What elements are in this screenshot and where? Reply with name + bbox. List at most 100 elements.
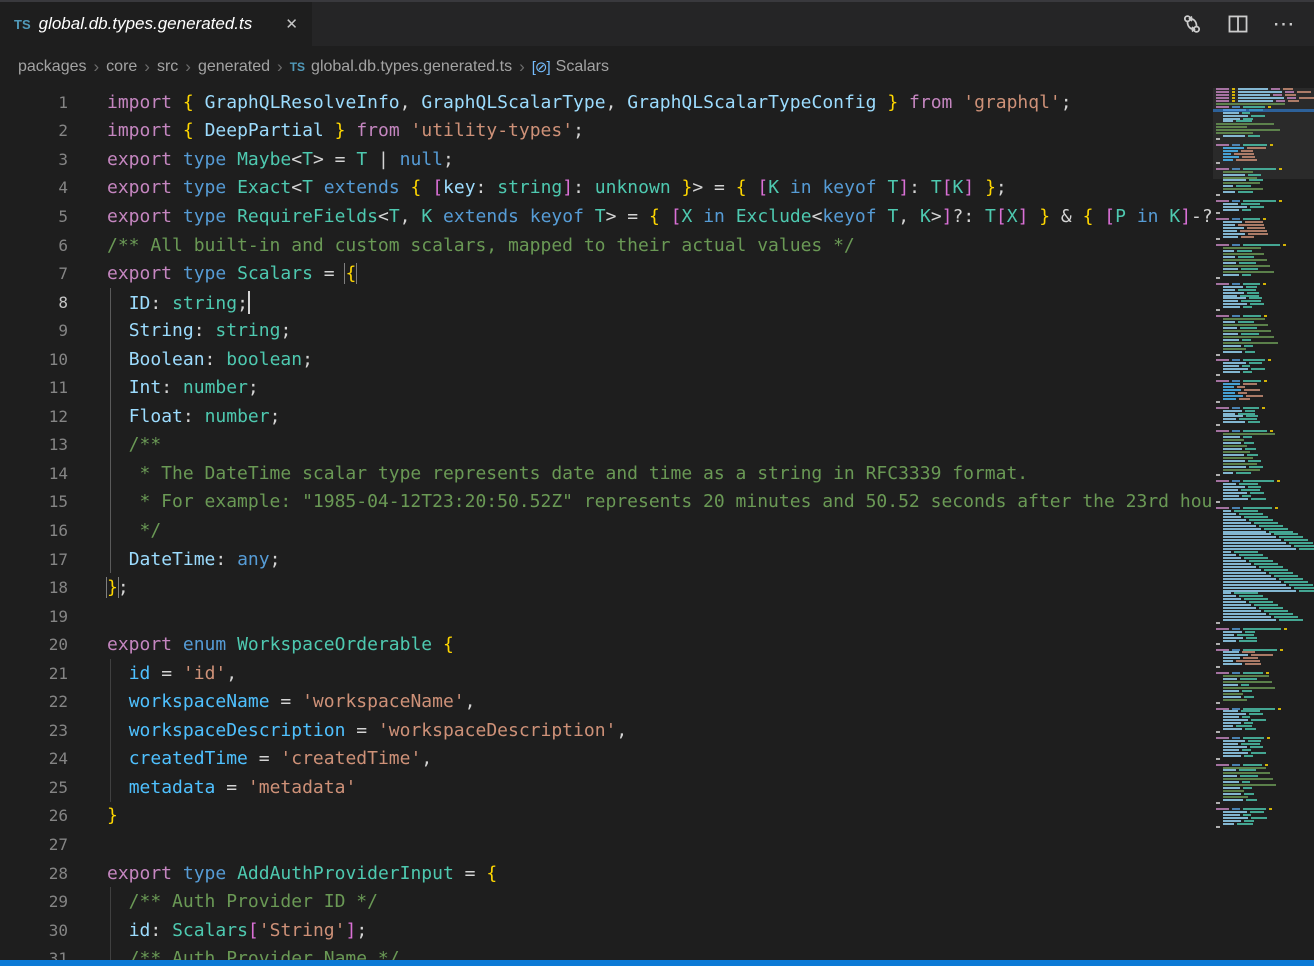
- code-line[interactable]: 7export type Scalars = {: [0, 259, 1213, 288]
- code-line[interactable]: 8 ID: string;: [0, 288, 1213, 317]
- minimap-line: [1216, 421, 1314, 423]
- code-line[interactable]: 2import { DeepPartial } from 'utility-ty…: [0, 117, 1213, 146]
- line-number[interactable]: 20: [0, 635, 68, 654]
- editor-pane: 1import { GraphQLResolveInfo, GraphQLSca…: [0, 88, 1314, 960]
- code-line[interactable]: 21 id = 'id',: [0, 659, 1213, 688]
- code-line[interactable]: 25 metadata = 'metadata': [0, 773, 1213, 802]
- minimap-line: [1216, 368, 1314, 370]
- breadcrumb-item-src[interactable]: src: [157, 58, 178, 76]
- code-line[interactable]: 14 * The DateTime scalar type represents…: [0, 459, 1213, 488]
- code-line[interactable]: 3export type Maybe<T> = T | null;: [0, 145, 1213, 174]
- minimap-line: [1216, 395, 1314, 397]
- open-changes-icon[interactable]: [1180, 12, 1204, 36]
- code-line[interactable]: 28export type AddAuthProviderInput = {: [0, 859, 1213, 888]
- code-line[interactable]: 15 * For example: "1985-04-12T23:20:50.5…: [0, 488, 1213, 517]
- code-text: export type Exact<T extends { [key: stri…: [68, 177, 1213, 198]
- minimap-line: [1216, 522, 1314, 524]
- code-line[interactable]: 6/** All built-in and custom scalars, ma…: [0, 231, 1213, 260]
- line-number[interactable]: 18: [0, 578, 68, 597]
- code-line[interactable]: 30 id: Scalars['String'];: [0, 916, 1213, 945]
- line-number[interactable]: 1: [0, 93, 68, 112]
- minimap-line: [1216, 439, 1314, 441]
- minimap-line: [1216, 743, 1314, 745]
- line-number[interactable]: 7: [0, 264, 68, 283]
- code-line[interactable]: 29 /** Auth Provider ID */: [0, 887, 1213, 916]
- line-number[interactable]: 16: [0, 521, 68, 540]
- line-number[interactable]: 11: [0, 378, 68, 397]
- minimap-line: [1216, 699, 1314, 701]
- line-number[interactable]: 17: [0, 550, 68, 569]
- line-number[interactable]: 29: [0, 892, 68, 911]
- minimap-line: [1216, 525, 1314, 527]
- minimap-line: [1216, 528, 1314, 530]
- line-number[interactable]: 6: [0, 236, 68, 255]
- line-number[interactable]: 12: [0, 407, 68, 426]
- minimap-line: [1216, 693, 1314, 695]
- more-actions-icon[interactable]: ⋯: [1272, 12, 1296, 36]
- code-line[interactable]: 22 workspaceName = 'workspaceName',: [0, 687, 1213, 716]
- close-icon[interactable]: ✕: [281, 13, 302, 35]
- code-line[interactable]: 13 /**: [0, 431, 1213, 460]
- minimap-line: [1216, 775, 1314, 777]
- code-line[interactable]: 10 Boolean: boolean;: [0, 345, 1213, 374]
- line-number[interactable]: 31: [0, 949, 68, 960]
- code-line[interactable]: 24 createdTime = 'createdTime',: [0, 745, 1213, 774]
- breadcrumb-item-symbol[interactable]: [⊘] Scalars: [532, 58, 609, 76]
- code-line[interactable]: 23 workspaceDescription = 'workspaceDesc…: [0, 716, 1213, 745]
- line-number[interactable]: 3: [0, 150, 68, 169]
- code-area[interactable]: 1import { GraphQLResolveInfo, GraphQLSca…: [0, 88, 1213, 960]
- code-line[interactable]: 18};: [0, 573, 1213, 602]
- minimap-line: [1216, 569, 1314, 571]
- line-number[interactable]: 4: [0, 178, 68, 197]
- breadcrumb-item-core[interactable]: core: [106, 58, 137, 76]
- code-line[interactable]: 19: [0, 602, 1213, 631]
- editor-tab[interactable]: TS global.db.types.generated.ts ✕: [0, 2, 312, 46]
- minimap[interactable]: [1213, 88, 1314, 960]
- line-number[interactable]: 9: [0, 321, 68, 340]
- minimap-line: [1216, 238, 1314, 240]
- line-number[interactable]: 5: [0, 207, 68, 226]
- line-number[interactable]: 25: [0, 778, 68, 797]
- code-line[interactable]: 20export enum WorkspaceOrderable {: [0, 630, 1213, 659]
- minimap-line: [1216, 159, 1314, 161]
- line-number[interactable]: 22: [0, 692, 68, 711]
- line-number[interactable]: 24: [0, 749, 68, 768]
- code-line[interactable]: 17 DateTime: any;: [0, 545, 1213, 574]
- code-line[interactable]: 9 String: string;: [0, 316, 1213, 345]
- code-line[interactable]: 16 */: [0, 516, 1213, 545]
- breadcrumb-item-file[interactable]: TS global.db.types.generated.ts: [290, 58, 512, 76]
- line-number[interactable]: 13: [0, 435, 68, 454]
- line-number[interactable]: 2: [0, 121, 68, 140]
- line-number[interactable]: 8: [0, 293, 68, 312]
- code-line[interactable]: 26}: [0, 802, 1213, 831]
- minimap-line: [1216, 764, 1314, 766]
- breadcrumb-item-packages[interactable]: packages: [18, 58, 87, 76]
- code-text: import { DeepPartial } from 'utility-typ…: [68, 120, 1213, 141]
- line-number[interactable]: 23: [0, 721, 68, 740]
- minimap-line: [1216, 106, 1314, 108]
- line-number[interactable]: 14: [0, 464, 68, 483]
- code-line[interactable]: 27: [0, 830, 1213, 859]
- code-line[interactable]: 31 /** Auth Provider Name */: [0, 944, 1213, 960]
- code-text: ID: string;: [68, 291, 1213, 314]
- line-number[interactable]: 30: [0, 921, 68, 940]
- minimap-line: [1216, 383, 1314, 385]
- line-number[interactable]: 10: [0, 350, 68, 369]
- line-number[interactable]: 27: [0, 835, 68, 854]
- line-number[interactable]: 15: [0, 492, 68, 511]
- code-line[interactable]: 1import { GraphQLResolveInfo, GraphQLSca…: [0, 88, 1213, 117]
- code-text: };: [68, 577, 1213, 598]
- code-line[interactable]: 12 Float: number;: [0, 402, 1213, 431]
- line-number[interactable]: 26: [0, 806, 68, 825]
- minimap-line: [1216, 578, 1314, 580]
- code-line[interactable]: 4export type Exact<T extends { [key: str…: [0, 174, 1213, 203]
- minimap-line: [1216, 619, 1314, 621]
- line-number[interactable]: 21: [0, 664, 68, 683]
- breadcrumb-item-generated[interactable]: generated: [198, 58, 270, 76]
- code-line[interactable]: 11 Int: number;: [0, 373, 1213, 402]
- code-line[interactable]: 5export type RequireFields<T, K extends …: [0, 202, 1213, 231]
- minimap-line: [1216, 592, 1314, 594]
- line-number[interactable]: 28: [0, 864, 68, 883]
- split-editor-icon[interactable]: [1226, 12, 1250, 36]
- line-number[interactable]: 19: [0, 607, 68, 626]
